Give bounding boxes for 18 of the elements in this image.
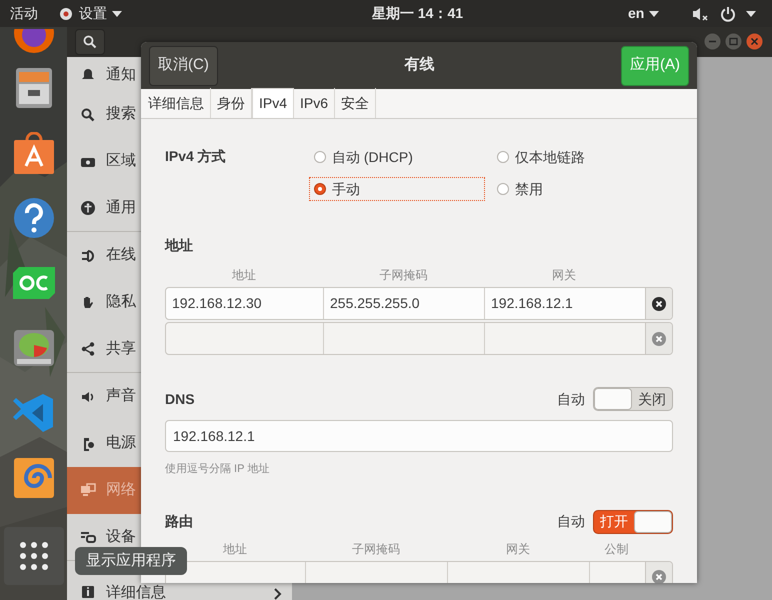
column-header: 网关 xyxy=(551,267,577,284)
section-title: 地址 xyxy=(165,236,194,255)
auto-label: 自动 xyxy=(557,512,585,531)
auto-label: 自动 xyxy=(557,390,585,408)
section-title: 路由 xyxy=(165,512,194,531)
column-header: 网关 xyxy=(505,540,531,558)
hint-text: 使用逗号分隔 IP 地址 xyxy=(165,462,270,477)
tooltip: 显示应用程序 xyxy=(75,547,187,575)
section-label: IPv4 方式 xyxy=(165,147,227,166)
column-header: 地址 xyxy=(222,540,248,558)
section-title: DNS xyxy=(165,390,196,408)
column-header: 地址 xyxy=(231,267,257,284)
toggle-label: 关闭 xyxy=(637,390,667,408)
column-header: 公制 xyxy=(604,540,630,558)
toggle-label: 打开 xyxy=(599,512,629,531)
dialog-title: 有线 xyxy=(403,55,436,76)
column-header: 子网掩码 xyxy=(351,540,401,558)
column-header: 子网掩码 xyxy=(378,267,428,284)
